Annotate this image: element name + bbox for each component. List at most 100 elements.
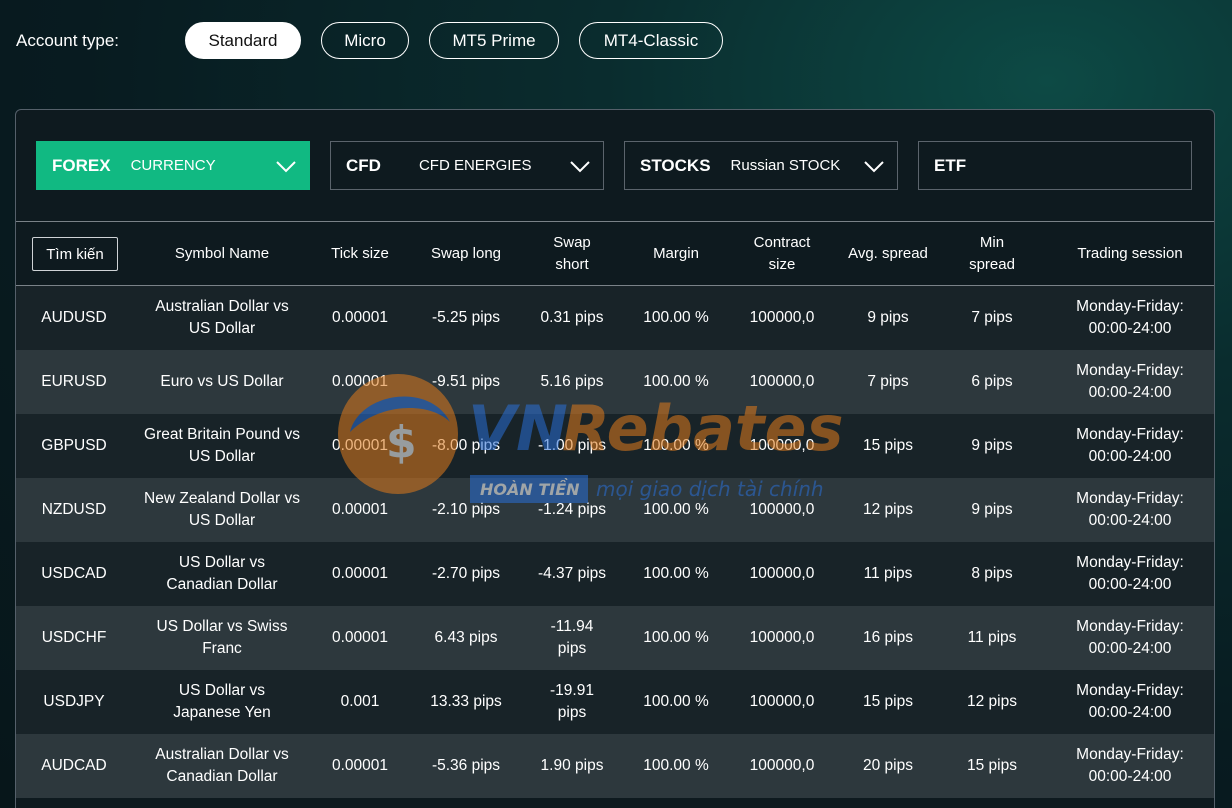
cell-min-spread: 12 pips bbox=[967, 693, 1017, 710]
cell-symbol-name: Great Britain Pound vs US Dollar bbox=[144, 426, 300, 465]
cell-swap-short: 1.90 pips bbox=[540, 757, 604, 774]
cell-margin: 100.00 % bbox=[643, 629, 709, 646]
chevron-down-icon bbox=[570, 161, 590, 173]
table-row: USDJPY US Dollar vs Japanese Yen 0.001 1… bbox=[16, 670, 1214, 734]
cell-contract-size: 100000,0 bbox=[749, 565, 815, 582]
cell-avg-spread: 7 pips bbox=[867, 373, 909, 390]
cell-min-spread: 6 pips bbox=[971, 373, 1013, 390]
cell-swap-short: -19.91 pips bbox=[550, 682, 594, 721]
category-forex-label: FOREX bbox=[52, 155, 111, 175]
cell-symbol-name: Australian Dollar vs Canadian Dollar bbox=[155, 746, 289, 785]
search-button[interactable]: Tìm kiến bbox=[32, 237, 118, 271]
category-etf-label: ETF bbox=[934, 155, 967, 175]
cell-swap-long: 13.33 pips bbox=[430, 693, 502, 710]
cell-symbol: NZDUSD bbox=[41, 501, 107, 518]
category-etf-button[interactable]: ETF bbox=[918, 141, 1192, 190]
cell-trading-session: Monday-Friday: 00:00-24:00 bbox=[1076, 298, 1184, 337]
cell-avg-spread: 11 pips bbox=[863, 565, 913, 582]
cell-contract-size: 100000,0 bbox=[749, 693, 815, 710]
cell-margin: 100.00 % bbox=[643, 501, 709, 518]
cell-trading-session: Monday-Friday: 00:00-24:00 bbox=[1076, 682, 1184, 721]
category-stocks-dropdown[interactable]: STOCKS Russian STOCK bbox=[624, 141, 898, 190]
table-row: USDCAD US Dollar vs Canadian Dollar 0.00… bbox=[16, 542, 1214, 606]
table-row: AUDCAD Australian Dollar vs Canadian Dol… bbox=[16, 734, 1214, 798]
category-forex-sub-label: CURRENCY bbox=[130, 157, 216, 174]
cell-tick-size: 0.00001 bbox=[331, 565, 389, 582]
cell-contract-size: 100000,0 bbox=[749, 629, 815, 646]
category-cfd-label: CFD bbox=[346, 155, 381, 175]
cell-tick-size: 0.00001 bbox=[331, 373, 389, 390]
cell-margin: 100.00 % bbox=[643, 693, 709, 710]
header-min-spread: Min spread bbox=[969, 234, 1015, 273]
cell-symbol: USDCAD bbox=[41, 565, 107, 582]
cell-margin: 100.00 % bbox=[643, 309, 709, 326]
table-row: EURUSD Euro vs US Dollar 0.00001 -9.51 p… bbox=[16, 350, 1214, 414]
account-type-micro-button[interactable]: Micro bbox=[321, 22, 409, 59]
cell-min-spread: 9 pips bbox=[971, 437, 1013, 454]
cell-symbol-name: US Dollar vs Canadian Dollar bbox=[166, 554, 278, 593]
category-cfd-sub-label: CFD ENERGIES bbox=[418, 157, 532, 174]
cell-avg-spread: 9 pips bbox=[867, 309, 909, 326]
cell-trading-session: Monday-Friday: 00:00-24:00 bbox=[1076, 490, 1184, 529]
chevron-down-icon bbox=[864, 161, 884, 173]
account-type-bar: Account type: Standard Micro MT5 Prime M… bbox=[16, 22, 743, 59]
account-type-label: Account type: bbox=[16, 30, 120, 50]
cell-margin: 100.00 % bbox=[643, 757, 709, 774]
cell-symbol-name: US Dollar vs Swiss Franc bbox=[156, 618, 288, 657]
cell-trading-session: Monday-Friday: 00:00-24:00 bbox=[1076, 618, 1184, 657]
cell-trading-session: Monday-Friday: 00:00-24:00 bbox=[1076, 554, 1184, 593]
cell-tick-size: 0.00001 bbox=[331, 501, 389, 518]
table-row: GBPUSD Great Britain Pound vs US Dollar … bbox=[16, 414, 1214, 478]
header-avg-spread: Avg. spread bbox=[848, 245, 928, 262]
cell-min-spread: 11 pips bbox=[967, 629, 1017, 646]
header-symbol-name: Symbol Name bbox=[174, 245, 270, 262]
cell-margin: 100.00 % bbox=[643, 565, 709, 582]
category-selector-row: FOREX CURRENCY CFD CFD ENERGIES STOCKS R… bbox=[16, 110, 1214, 221]
cell-symbol-name: New Zealand Dollar vs US Dollar bbox=[144, 490, 300, 529]
cell-avg-spread: 15 pips bbox=[863, 693, 913, 710]
instruments-table-body: AUDUSD Australian Dollar vs US Dollar 0.… bbox=[16, 286, 1214, 798]
cell-swap-short: 0.31 pips bbox=[540, 309, 604, 326]
cell-tick-size: 0.001 bbox=[340, 693, 380, 710]
cell-swap-short: -1.00 pips bbox=[537, 437, 607, 454]
cell-min-spread: 9 pips bbox=[971, 501, 1013, 518]
cell-swap-long: 6.43 pips bbox=[434, 629, 498, 646]
cell-margin: 100.00 % bbox=[643, 437, 709, 454]
table-row: NZDUSD New Zealand Dollar vs US Dollar 0… bbox=[16, 478, 1214, 542]
cell-trading-session: Monday-Friday: 00:00-24:00 bbox=[1076, 426, 1184, 465]
header-margin: Margin bbox=[653, 245, 699, 262]
cell-swap-long: -8.00 pips bbox=[431, 437, 501, 454]
cell-margin: 100.00 % bbox=[643, 373, 709, 390]
cell-swap-short: -11.94 pips bbox=[550, 618, 594, 657]
table-header: Tìm kiến Symbol Name Tick size Swap long… bbox=[16, 221, 1214, 286]
table-row: AUDUSD Australian Dollar vs US Dollar 0.… bbox=[16, 286, 1214, 350]
table-row: USDCHF US Dollar vs Swiss Franc 0.00001 … bbox=[16, 606, 1214, 670]
cell-swap-long: -9.51 pips bbox=[431, 373, 501, 390]
cell-tick-size: 0.00001 bbox=[331, 757, 389, 774]
cell-symbol: USDJPY bbox=[43, 693, 105, 710]
cell-swap-short: 5.16 pips bbox=[540, 373, 604, 390]
category-forex-dropdown[interactable]: FOREX CURRENCY bbox=[36, 141, 310, 190]
cell-swap-long: -2.70 pips bbox=[431, 565, 501, 582]
cell-symbol-name: Euro vs US Dollar bbox=[160, 373, 284, 390]
cell-contract-size: 100000,0 bbox=[749, 373, 815, 390]
cell-tick-size: 0.00001 bbox=[331, 309, 389, 326]
category-cfd-dropdown[interactable]: CFD CFD ENERGIES bbox=[330, 141, 604, 190]
cell-min-spread: 7 pips bbox=[971, 309, 1013, 326]
account-type-mt4-classic-button[interactable]: MT4-Classic bbox=[579, 22, 723, 59]
cell-trading-session: Monday-Friday: 00:00-24:00 bbox=[1076, 746, 1184, 785]
cell-swap-long: -2.10 pips bbox=[431, 501, 501, 518]
account-type-standard-button[interactable]: Standard bbox=[185, 22, 301, 59]
cell-symbol-name: Australian Dollar vs US Dollar bbox=[155, 298, 289, 337]
instruments-panel: FOREX CURRENCY CFD CFD ENERGIES STOCKS R… bbox=[15, 109, 1215, 808]
account-type-mt5-prime-button[interactable]: MT5 Prime bbox=[429, 22, 559, 59]
cell-tick-size: 0.00001 bbox=[331, 437, 389, 454]
cell-min-spread: 8 pips bbox=[971, 565, 1013, 582]
cell-contract-size: 100000,0 bbox=[749, 757, 815, 774]
cell-symbol: USDCHF bbox=[41, 629, 107, 646]
cell-symbol-name: US Dollar vs Japanese Yen bbox=[173, 682, 271, 721]
cell-swap-long: -5.36 pips bbox=[431, 757, 501, 774]
cell-swap-short: -4.37 pips bbox=[537, 565, 607, 582]
cell-tick-size: 0.00001 bbox=[331, 629, 389, 646]
cell-avg-spread: 16 pips bbox=[863, 629, 913, 646]
